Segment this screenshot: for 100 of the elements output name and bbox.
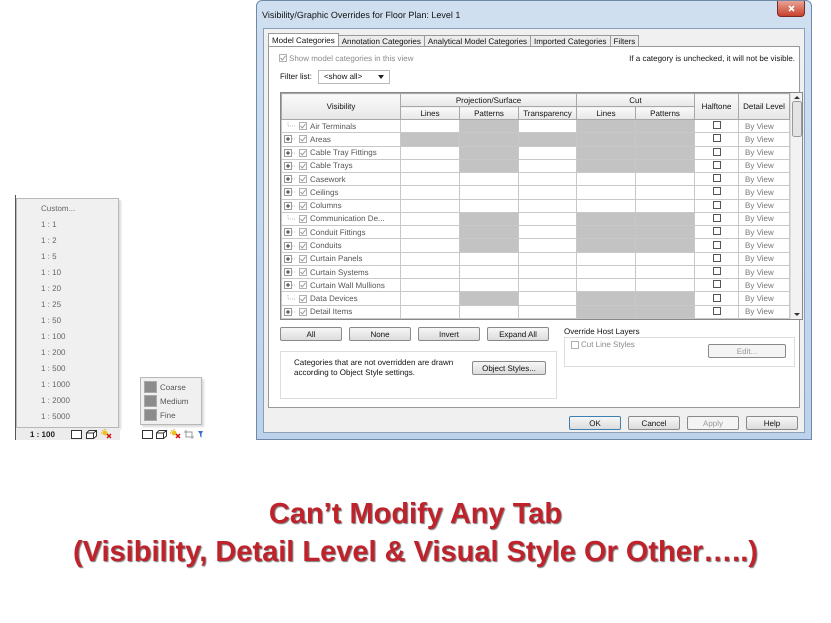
scrollbar[interactable] (790, 93, 802, 319)
filter-dropdown[interactable]: <show all> (318, 70, 390, 84)
tab[interactable]: Analytical Model Categories (424, 35, 532, 47)
override-cell[interactable] (636, 265, 695, 279)
override-cell[interactable] (400, 212, 460, 226)
override-cell[interactable] (576, 238, 636, 252)
dialog-button[interactable]: OK (569, 416, 621, 430)
checkbox[interactable] (712, 134, 721, 142)
menu-item[interactable]: 1 : 25 (17, 299, 118, 311)
override-cell[interactable] (460, 146, 518, 160)
menu-item[interactable]: Fine (160, 410, 176, 420)
menu-item[interactable]: 1 : 10 (17, 267, 118, 279)
checkbox[interactable] (712, 267, 721, 276)
column-header[interactable]: Halftone (694, 94, 739, 120)
menu-item[interactable]: 1 : 200 (17, 347, 118, 359)
override-cell[interactable] (460, 226, 518, 239)
checkbox[interactable] (299, 228, 307, 236)
menu-item[interactable]: Coarse (160, 382, 186, 392)
checkbox[interactable] (299, 188, 307, 196)
override-cell[interactable] (400, 252, 460, 266)
override-cell[interactable] (460, 120, 518, 133)
override-cell[interactable] (576, 186, 636, 200)
menu-item[interactable]: Medium (160, 396, 188, 406)
override-cell[interactable] (460, 172, 518, 186)
override-cell[interactable] (576, 146, 636, 160)
override-cell[interactable] (636, 146, 695, 160)
override-cell[interactable] (460, 212, 518, 226)
checkbox[interactable] (299, 242, 307, 250)
override-cell[interactable] (576, 252, 636, 266)
menu-item[interactable]: Custom... (17, 203, 118, 215)
override-cell[interactable] (636, 199, 695, 212)
scroll-down-icon[interactable] (794, 311, 800, 319)
expand-icon[interactable] (284, 202, 296, 210)
checkbox[interactable] (712, 280, 721, 288)
scroll-up-icon[interactable] (794, 93, 800, 101)
override-cell[interactable] (518, 120, 576, 133)
checkbox[interactable] (712, 200, 721, 209)
override-cell[interactable] (460, 278, 518, 292)
override-cell[interactable] (518, 186, 576, 200)
override-cell[interactable] (518, 278, 576, 292)
menu-item[interactable]: 1 : 2 (17, 235, 118, 247)
menu-item[interactable]: 1 : 5 (17, 251, 118, 263)
close-button[interactable] (777, 1, 805, 17)
expand-icon[interactable] (284, 162, 296, 170)
override-cell[interactable] (460, 292, 518, 306)
override-cell[interactable] (400, 120, 460, 133)
object-styles-button[interactable]: Object Styles... (472, 361, 546, 375)
expand-icon[interactable] (284, 268, 296, 276)
override-cell[interactable] (518, 265, 576, 279)
override-cell[interactable] (460, 265, 518, 279)
override-cell[interactable] (400, 305, 460, 318)
override-cell[interactable] (518, 238, 576, 252)
frame-icon[interactable] (142, 430, 153, 438)
checkbox[interactable] (299, 268, 307, 276)
override-cell[interactable] (460, 159, 518, 173)
checkbox[interactable] (299, 294, 307, 303)
expand-icon[interactable] (284, 254, 296, 263)
checkbox[interactable] (712, 306, 721, 315)
override-cell[interactable] (636, 132, 695, 146)
checkbox[interactable] (299, 214, 307, 223)
override-cell[interactable] (400, 146, 460, 160)
column-header[interactable]: Visibility (282, 94, 400, 120)
expand-icon[interactable] (284, 135, 296, 144)
override-cell[interactable] (400, 226, 460, 239)
checkbox[interactable] (712, 121, 721, 130)
checkbox[interactable] (712, 148, 721, 156)
menu-item[interactable]: 1 : 1000 (17, 379, 118, 391)
tab[interactable]: Imported Categories (530, 35, 611, 47)
checkbox[interactable] (299, 281, 307, 290)
override-cell[interactable] (518, 305, 576, 318)
override-cell[interactable] (518, 199, 576, 212)
override-cell[interactable] (576, 159, 636, 173)
tab[interactable]: Model Categories (268, 33, 339, 47)
tab[interactable]: Annotation Categories (338, 35, 425, 47)
expand-icon[interactable] (284, 228, 296, 236)
grid-button[interactable]: None (349, 327, 411, 341)
checkbox[interactable] (712, 254, 721, 262)
checkbox[interactable] (712, 174, 721, 182)
override-cell[interactable] (576, 199, 636, 212)
grid-button[interactable]: Invert (418, 327, 480, 341)
scale-text[interactable]: 1 : 100 (30, 430, 55, 438)
menu-item[interactable]: 1 : 2000 (17, 395, 118, 407)
checkbox[interactable] (712, 160, 721, 169)
override-cell[interactable] (518, 226, 576, 239)
cube-icon[interactable] (86, 430, 97, 438)
override-cell[interactable] (460, 252, 518, 266)
checkbox[interactable] (299, 202, 307, 210)
grid-button[interactable]: Expand All (487, 327, 549, 341)
expand-icon[interactable] (284, 308, 296, 316)
column-header[interactable]: Patterns (636, 106, 695, 120)
checkbox[interactable] (299, 148, 307, 157)
scroll-thumb[interactable] (792, 101, 802, 137)
override-cell[interactable] (576, 226, 636, 239)
override-cell[interactable] (518, 146, 576, 160)
expand-icon[interactable] (284, 281, 296, 290)
checkbox[interactable] (712, 294, 721, 302)
override-cell[interactable] (518, 212, 576, 226)
column-header[interactable]: Transparency (518, 106, 576, 120)
menu-item[interactable]: 1 : 100 (17, 331, 118, 343)
crop-icon[interactable] (184, 430, 194, 438)
